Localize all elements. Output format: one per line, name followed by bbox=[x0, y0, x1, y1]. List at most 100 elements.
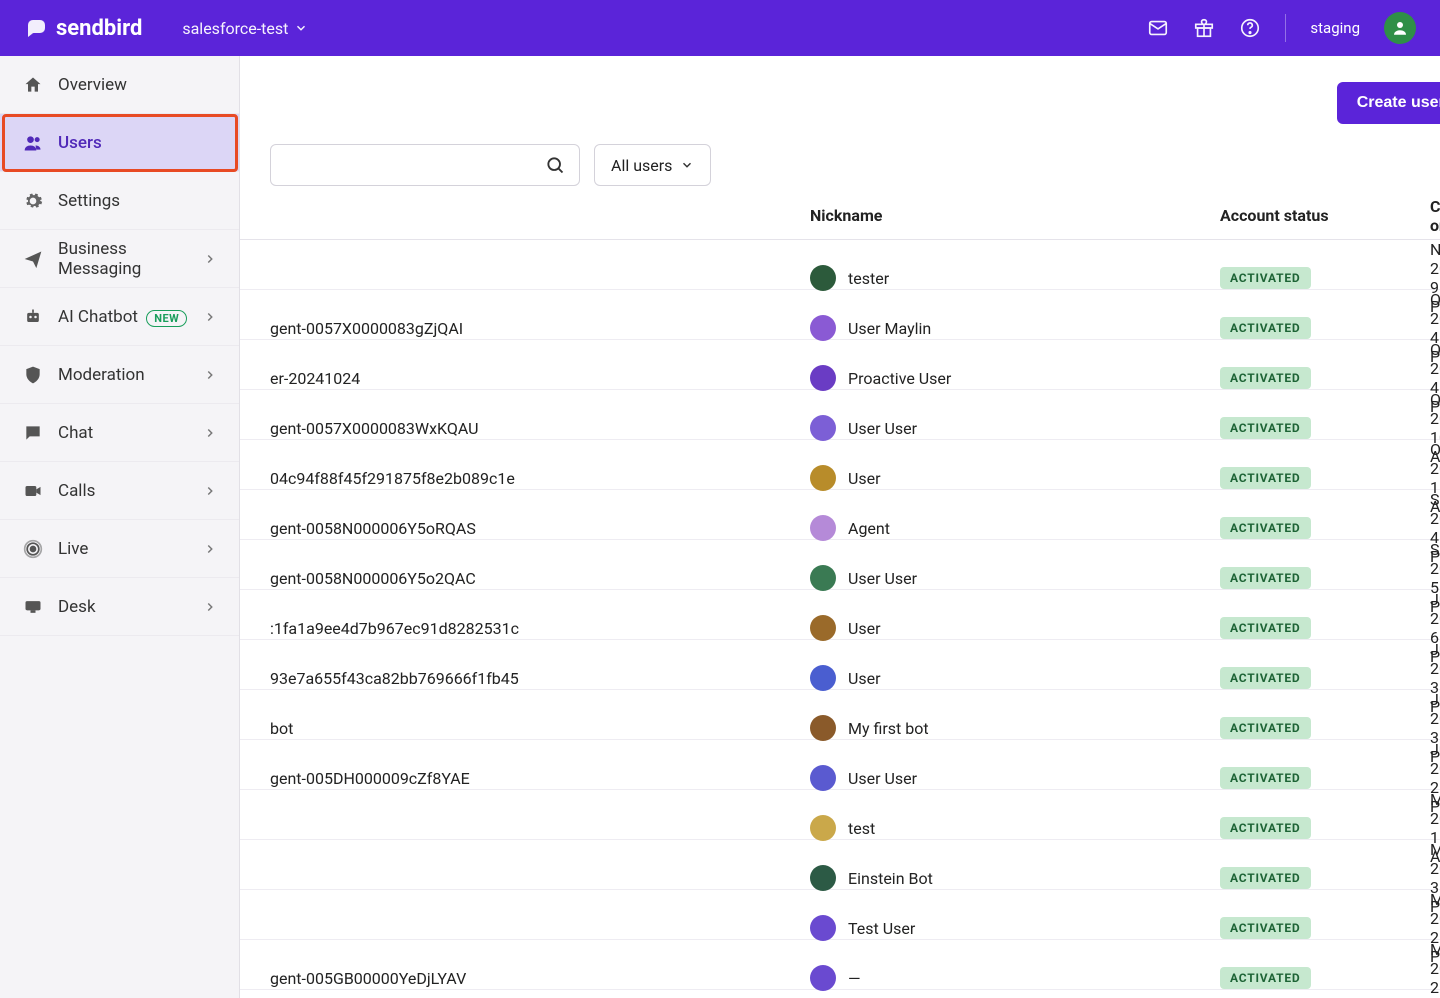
users-icon bbox=[22, 132, 44, 154]
chevron-right-icon bbox=[203, 600, 217, 614]
brand-text: sendbird bbox=[56, 16, 142, 41]
table-row[interactable]: er-20241024Proactive UserACTIVATEDOct 24… bbox=[240, 340, 1440, 390]
sidebar-label: AI Chatbot NEW bbox=[58, 307, 189, 327]
sidebar: Overview Users Settings Business Messagi… bbox=[0, 56, 240, 998]
user-id-cell: gent-0057X0000083WxKQAU bbox=[270, 419, 810, 438]
sidebar-item-calls[interactable]: Calls bbox=[0, 462, 239, 520]
user-avatar-icon bbox=[810, 815, 836, 841]
nickname-text: User Maylin bbox=[848, 319, 931, 338]
user-avatar-icon bbox=[810, 565, 836, 591]
nickname-cell: User bbox=[810, 615, 1220, 641]
table-row[interactable]: 04c94f88f45f291875f8e2b089c1eUserACTIVAT… bbox=[240, 440, 1440, 490]
app-switcher[interactable]: salesforce-test bbox=[182, 19, 308, 38]
create-user-label: Create user bbox=[1357, 94, 1440, 112]
status-badge: ACTIVATED bbox=[1220, 767, 1311, 789]
filter-label: All users bbox=[611, 156, 672, 175]
user-avatar-icon bbox=[810, 915, 836, 941]
user-avatar-icon bbox=[810, 365, 836, 391]
sidebar-item-moderation[interactable]: Moderation bbox=[0, 346, 239, 404]
create-user-button[interactable]: Create user + bbox=[1337, 82, 1440, 124]
status-cell: ACTIVATED bbox=[1220, 767, 1430, 789]
sidebar-label: Users bbox=[58, 133, 217, 153]
nickname-cell: Test User bbox=[810, 915, 1220, 941]
table-row[interactable]: Einstein BotACTIVATEDMar 5, 2024 at 3:56… bbox=[240, 840, 1440, 890]
status-cell: ACTIVATED bbox=[1220, 317, 1430, 339]
sidebar-label: Business Messaging bbox=[58, 239, 189, 279]
sidebar-item-overview[interactable]: Overview bbox=[0, 56, 239, 114]
table-row[interactable]: gent-005GB00000YeDjLYAV—ACTIVATEDMar 5, … bbox=[240, 940, 1440, 990]
nickname-text: tester bbox=[848, 269, 889, 288]
shell: Overview Users Settings Business Messagi… bbox=[0, 56, 1440, 998]
status-cell: ACTIVATED bbox=[1220, 967, 1430, 989]
gift-icon[interactable] bbox=[1193, 17, 1215, 39]
user-id-cell: er-20241024 bbox=[270, 369, 810, 388]
video-icon bbox=[22, 480, 44, 502]
chevron-right-icon bbox=[203, 252, 217, 266]
user-avatar[interactable] bbox=[1384, 12, 1416, 44]
sidebar-item-ai-chatbot[interactable]: AI Chatbot NEW bbox=[0, 288, 239, 346]
table-row[interactable]: Test UserACTIVATEDMar 5, 2024 at 2:51 PM bbox=[240, 890, 1440, 940]
table-row[interactable]: gent-0058N000006Y5o2QACUser UserACTIVATE… bbox=[240, 540, 1440, 590]
topbar-right: staging bbox=[1147, 12, 1416, 44]
table-row[interactable]: gent-0057X0000083WxKQAUUser UserACTIVATE… bbox=[240, 390, 1440, 440]
sidebar-item-users[interactable]: Users bbox=[0, 114, 239, 172]
brand-logo[interactable]: sendbird bbox=[24, 16, 142, 41]
status-badge: ACTIVATED bbox=[1220, 617, 1311, 639]
sidebar-label: Calls bbox=[58, 481, 189, 501]
sidebar-item-live[interactable]: Live bbox=[0, 520, 239, 578]
sendbird-logo-icon bbox=[24, 16, 48, 40]
table-row[interactable]: gent-0058N000006Y5oRQASAgentACTIVATEDSep… bbox=[240, 490, 1440, 540]
sidebar-item-settings[interactable]: Settings bbox=[0, 172, 239, 230]
sidebar-label: Desk bbox=[58, 597, 189, 617]
status-badge: ACTIVATED bbox=[1220, 467, 1311, 489]
nickname-text: User bbox=[848, 669, 881, 688]
sidebar-item-chat[interactable]: Chat bbox=[0, 404, 239, 462]
main-content: Create user + All users Nickname Account… bbox=[240, 56, 1440, 998]
paper-plane-icon bbox=[22, 248, 44, 270]
topbar: sendbird salesforce-test staging bbox=[0, 0, 1440, 56]
status-cell: ACTIVATED bbox=[1220, 417, 1430, 439]
chevron-down-icon bbox=[680, 158, 694, 172]
nickname-text: Proactive User bbox=[848, 369, 951, 388]
status-cell: ACTIVATED bbox=[1220, 667, 1430, 689]
user-id-cell: :1fa1a9ee4d7b967ec91d8282531c bbox=[270, 619, 810, 638]
table-row[interactable]: gent-0057X0000083gZjQAI User Maylin ACTIVA… bbox=[240, 290, 1440, 340]
status-cell: ACTIVATED bbox=[1220, 367, 1430, 389]
search-input[interactable] bbox=[270, 144, 580, 186]
chevron-right-icon bbox=[203, 426, 217, 440]
mail-icon[interactable] bbox=[1147, 17, 1169, 39]
nickname-cell: User User bbox=[810, 565, 1220, 591]
nickname-cell: Agent bbox=[810, 515, 1220, 541]
table-row[interactable]: testerACTIVATEDNov 3, 2024 at 9:54 PM bbox=[240, 240, 1440, 290]
status-badge: ACTIVATED bbox=[1220, 817, 1311, 839]
nickname-cell: test bbox=[810, 815, 1220, 841]
status-badge: ACTIVATED bbox=[1220, 317, 1311, 339]
user-avatar-icon bbox=[810, 265, 836, 291]
status-badge: ACTIVATED bbox=[1220, 867, 1311, 889]
nickname-cell: — bbox=[810, 965, 1220, 991]
chat-icon bbox=[22, 422, 44, 444]
help-icon[interactable] bbox=[1239, 17, 1261, 39]
table-row[interactable]: gent-005DH000009cZf8YAEUser UserACTIVATE… bbox=[240, 740, 1440, 790]
app-name: salesforce-test bbox=[182, 19, 288, 38]
user-filter-dropdown[interactable]: All users bbox=[594, 144, 711, 186]
sidebar-label: Overview bbox=[58, 75, 217, 95]
status-cell: ACTIVATED bbox=[1220, 867, 1430, 889]
table-row[interactable]: botMy first botACTIVATEDJun 18, 2024 at … bbox=[240, 690, 1440, 740]
status-badge: ACTIVATED bbox=[1220, 917, 1311, 939]
status-cell: ACTIVATED bbox=[1220, 717, 1430, 739]
table-header: Nickname Account status Created on bbox=[240, 192, 1440, 240]
table-row[interactable]: 93e7a655f43ca82bb769666f1fb45UserACTIVAT… bbox=[240, 640, 1440, 690]
user-avatar-icon bbox=[810, 765, 836, 791]
nickname-text: Agent bbox=[848, 519, 890, 538]
table-row[interactable]: testACTIVATEDMar 6, 2024 at 1:11 AM bbox=[240, 790, 1440, 840]
table-row[interactable]: :1fa1a9ee4d7b967ec91d8282531cUserACTIVAT… bbox=[240, 590, 1440, 640]
status-cell: ACTIVATED bbox=[1220, 517, 1430, 539]
user-id-cell: gent-0057X0000083gZjQAI bbox=[270, 319, 810, 338]
search-icon bbox=[545, 155, 565, 175]
created-cell: Mar 5, 2024 at 2:47 PM bbox=[1430, 940, 1440, 998]
status-cell: ACTIVATED bbox=[1220, 617, 1430, 639]
sidebar-item-desk[interactable]: Desk bbox=[0, 578, 239, 636]
nickname-cell: User bbox=[810, 665, 1220, 691]
sidebar-item-business-messaging[interactable]: Business Messaging bbox=[0, 230, 239, 288]
